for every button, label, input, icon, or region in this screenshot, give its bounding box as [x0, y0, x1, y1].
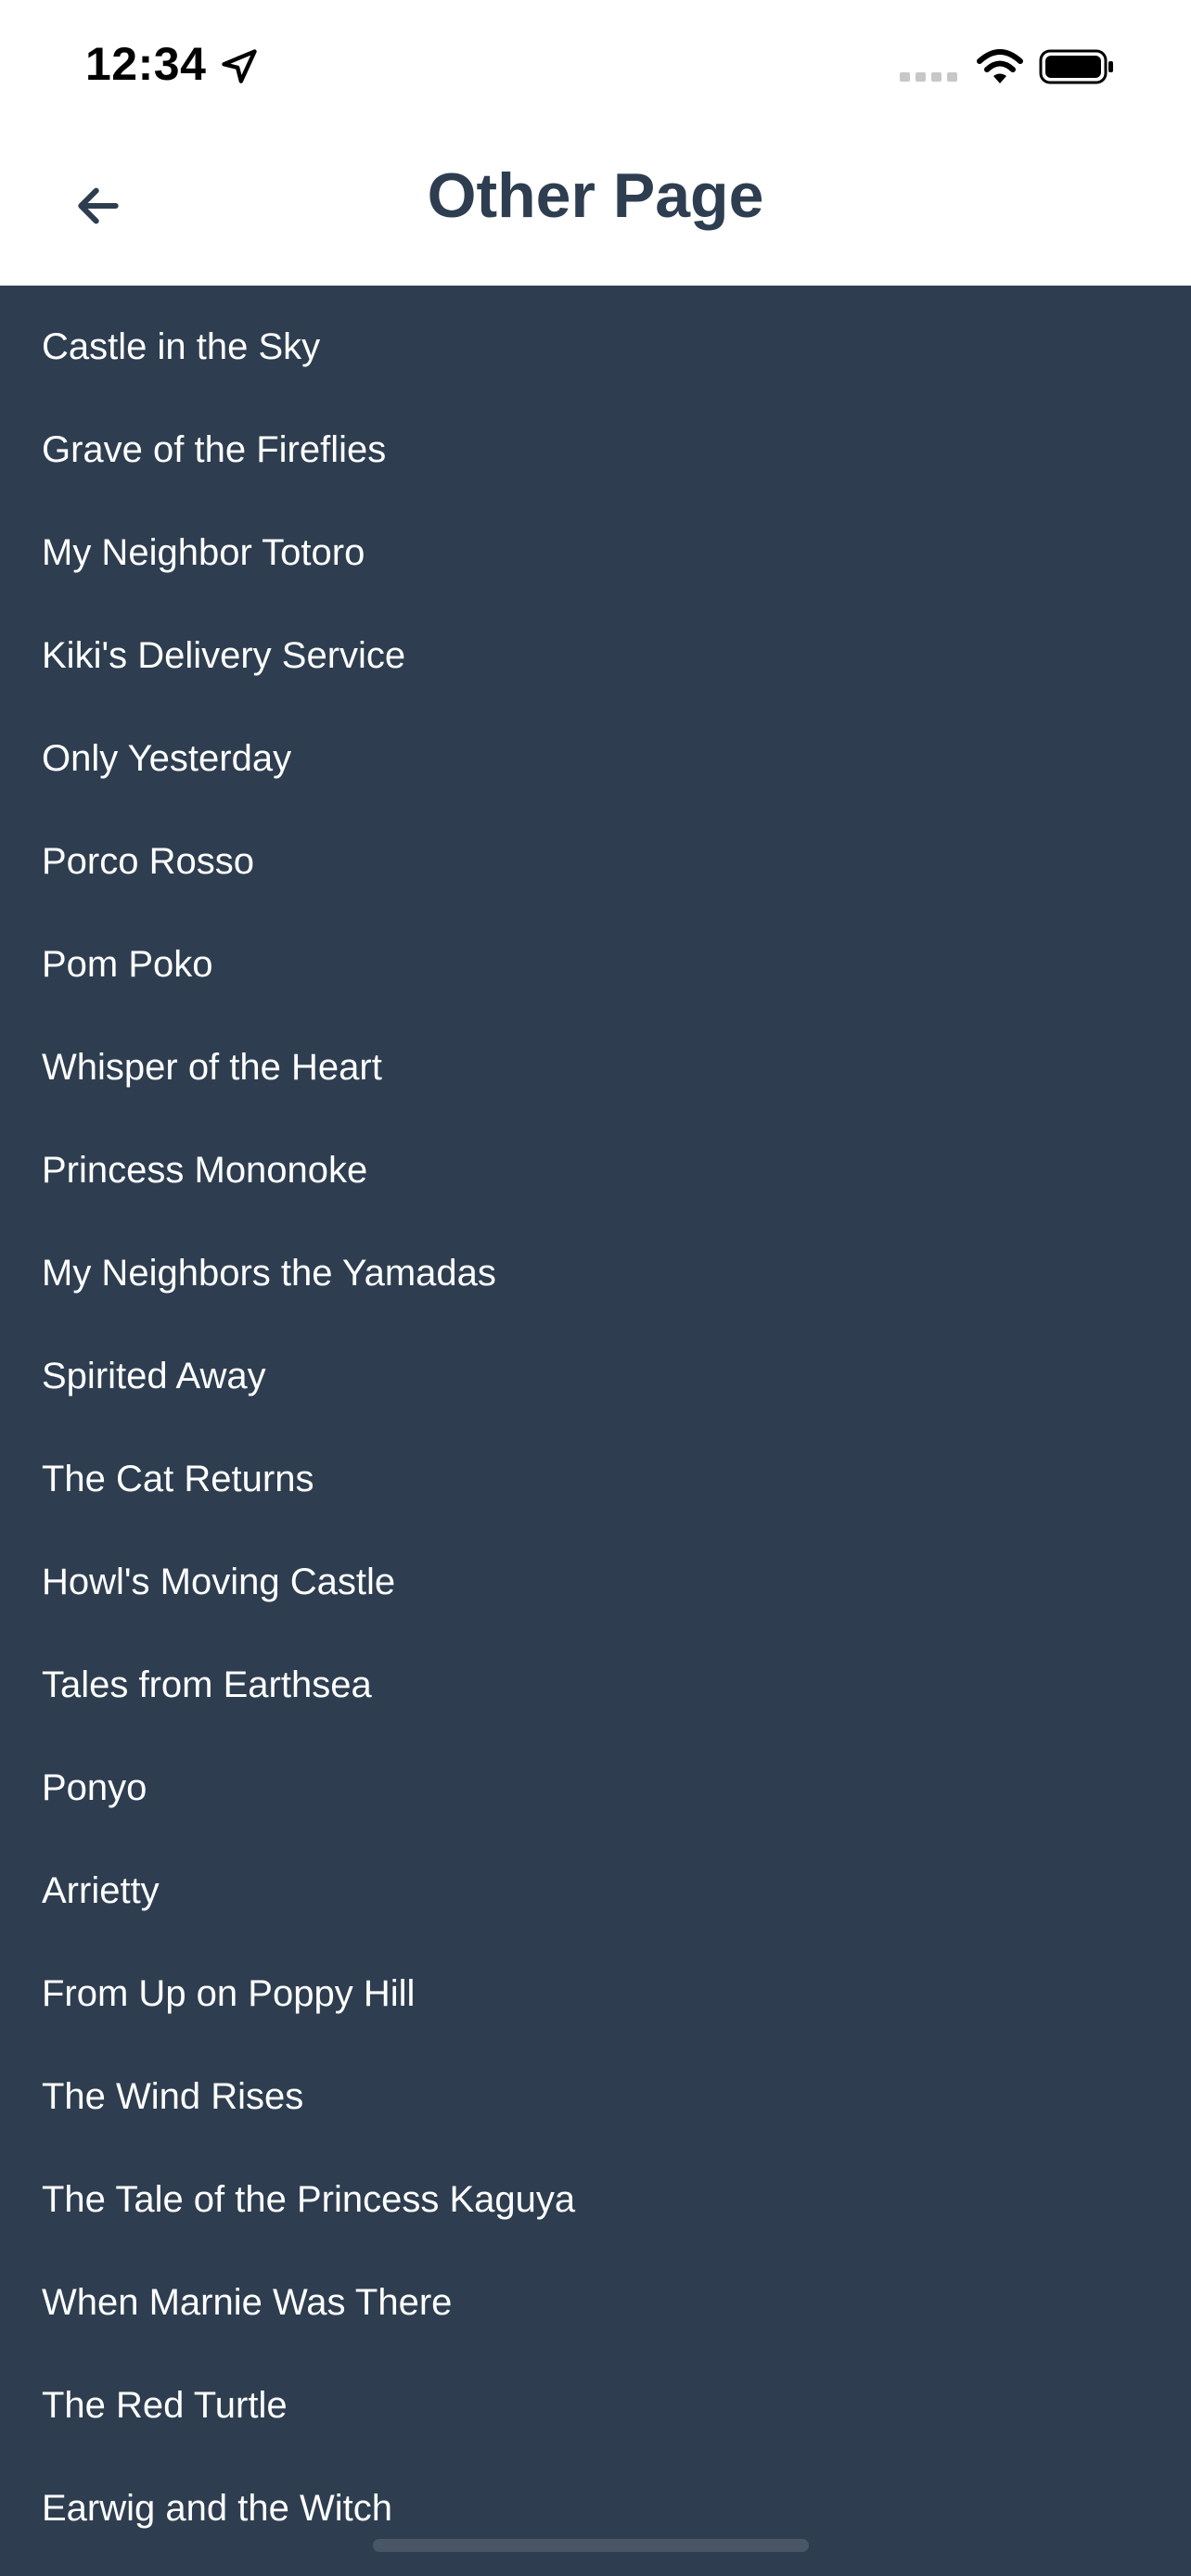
list-item[interactable]: Kiki's Delivery Service — [0, 594, 1191, 697]
home-indicator[interactable] — [373, 2539, 809, 2552]
list-item[interactable]: Porco Rosso — [0, 800, 1191, 903]
page-title: Other Page — [427, 160, 764, 231]
top-bar: 12:34 Other Page — [0, 0, 1191, 286]
list-item[interactable]: Earwig and the Witch — [0, 2447, 1191, 2550]
list-item[interactable]: My Neighbor Totoro — [0, 491, 1191, 594]
list-item[interactable]: My Neighbors the Yamadas — [0, 1212, 1191, 1315]
battery-icon — [1039, 49, 1113, 84]
list-item[interactable]: The Cat Returns — [0, 1418, 1191, 1521]
list-item[interactable]: Ponyo — [0, 1727, 1191, 1830]
list-item[interactable]: Grave of the Fireflies — [0, 389, 1191, 491]
list-item[interactable]: Whisper of the Heart — [0, 1006, 1191, 1109]
list-item[interactable]: Pom Poko — [0, 903, 1191, 1006]
film-list: Castle in the Sky Grave of the Fireflies… — [0, 286, 1191, 2550]
list-item[interactable]: Spirited Away — [0, 1315, 1191, 1418]
screen: 12:34 Other Page Castle in the Sky Grave… — [0, 0, 1191, 2576]
list-item[interactable]: The Wind Rises — [0, 2035, 1191, 2138]
list-item[interactable]: Howl's Moving Castle — [0, 1521, 1191, 1624]
list-item[interactable]: Castle in the Sky — [0, 286, 1191, 389]
list-item[interactable]: The Red Turtle — [0, 2344, 1191, 2447]
list-item[interactable]: When Marnie Was There — [0, 2241, 1191, 2344]
cellular-signal-icon — [900, 72, 957, 82]
list-item[interactable]: Arrietty — [0, 1830, 1191, 1932]
status-time: 12:34 — [85, 38, 207, 90]
location-arrow-icon — [222, 49, 257, 83]
list-item[interactable]: Tales from Earthsea — [0, 1624, 1191, 1727]
list-item[interactable]: The Tale of the Princess Kaguya — [0, 2138, 1191, 2241]
list-item[interactable]: From Up on Poppy Hill — [0, 1932, 1191, 2035]
list-item[interactable]: Only Yesterday — [0, 697, 1191, 800]
list-item[interactable]: Princess Mononoke — [0, 1109, 1191, 1212]
wifi-icon — [977, 49, 1023, 83]
